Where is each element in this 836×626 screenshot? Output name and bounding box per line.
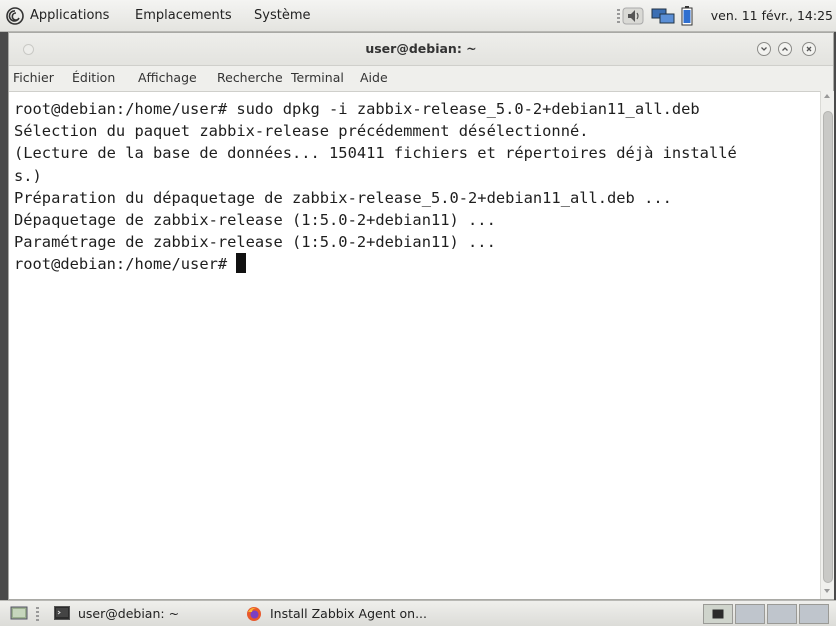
- terminal-line: root@debian:/home/user# sudo dpkg -i zab…: [14, 100, 700, 118]
- firefox-icon: [247, 607, 261, 621]
- terminal-icon: [54, 606, 70, 620]
- terminal-line: Préparation du dépaquetage de zabbix-rel…: [14, 188, 672, 207]
- taskbar-item-terminal[interactable]: user@debian: ~: [52, 603, 232, 624]
- scroll-up-icon[interactable]: [824, 94, 830, 98]
- menu-places[interactable]: Emplacements: [135, 0, 232, 32]
- terminal-line: Paramétrage de zabbix-release (1:5.0-2+d…: [14, 233, 496, 252]
- menu-edition[interactable]: Édition: [72, 66, 115, 90]
- terminal-line: Dépaquetage de zabbix-release (1:5.0-2+d…: [14, 210, 496, 229]
- menu-recherche[interactable]: Recherche: [217, 66, 283, 90]
- terminal-output[interactable]: root@debian:/home/user# sudo dpkg -i zab…: [9, 91, 820, 599]
- clock[interactable]: ven. 11 févr., 14:25: [711, 0, 833, 32]
- terminal-line: (Lecture de la base de données... 150411…: [14, 144, 737, 163]
- taskbar-item-firefox[interactable]: Install Zabbix Agent on...: [244, 603, 444, 624]
- menu-fichier[interactable]: Fichier: [13, 66, 54, 90]
- panel-separator: [36, 607, 39, 621]
- battery-icon[interactable]: [681, 6, 693, 26]
- debian-logo-icon[interactable]: [6, 7, 24, 25]
- terminal-line: Sélection du paquet zabbix-release précé…: [14, 122, 589, 141]
- volume-icon[interactable]: [622, 7, 644, 25]
- bottom-panel: user@debian: ~ Install Zabbix Agent on..…: [0, 600, 836, 626]
- menubar: Fichier Édition Affichage Recherche Term…: [9, 66, 833, 90]
- terminal-cursor: [236, 253, 247, 274]
- panel-separator: [617, 9, 620, 23]
- workspace-3[interactable]: [767, 604, 797, 624]
- maximize-button[interactable]: [778, 42, 792, 56]
- chevron-down-icon: [761, 47, 767, 51]
- workspace-1[interactable]: [703, 604, 733, 624]
- close-icon: [806, 46, 812, 52]
- terminal-line: s.): [14, 166, 42, 185]
- window-titlebar[interactable]: user@debian: ~: [9, 33, 833, 66]
- workspace-2[interactable]: [735, 604, 765, 624]
- terminal-prompt-line: root@debian:/home/user#: [14, 253, 820, 275]
- window-title: user@debian: ~: [365, 41, 477, 56]
- taskbar-item-label: Install Zabbix Agent on...: [270, 606, 428, 621]
- close-button[interactable]: [802, 42, 816, 56]
- scroll-down-icon[interactable]: [824, 589, 830, 593]
- show-desktop-icon[interactable]: [10, 606, 28, 621]
- terminal-scrollbar[interactable]: [820, 91, 834, 599]
- chevron-up-icon: [782, 47, 788, 51]
- menu-terminal[interactable]: Terminal: [291, 66, 344, 90]
- menu-aide[interactable]: Aide: [360, 66, 388, 90]
- menu-system[interactable]: Système: [254, 0, 310, 32]
- top-panel: Applications Emplacements Système ven. 1…: [0, 0, 836, 32]
- workspace-4[interactable]: [799, 604, 829, 624]
- menu-affichage[interactable]: Affichage: [138, 66, 197, 90]
- scrollbar-thumb[interactable]: [823, 111, 833, 583]
- network-icon[interactable]: [651, 8, 675, 25]
- terminal-window: user@debian: ~ Fichier Édition Affichage…: [8, 32, 834, 600]
- minimize-button[interactable]: [757, 42, 771, 56]
- terminal-icon: [712, 609, 724, 619]
- menu-applications[interactable]: Applications: [30, 0, 109, 32]
- terminal-prompt: root@debian:/home/user#: [14, 255, 237, 274]
- taskbar-item-label: user@debian: ~: [78, 606, 180, 621]
